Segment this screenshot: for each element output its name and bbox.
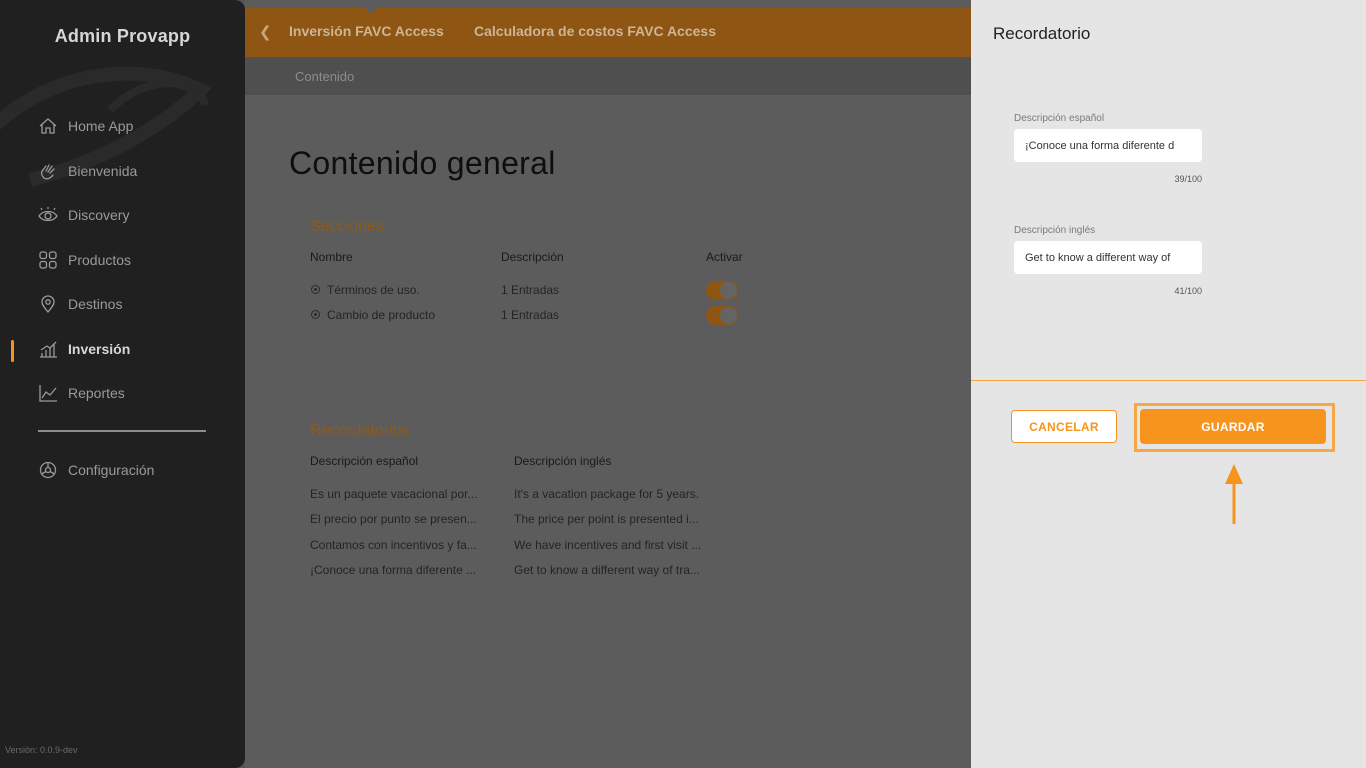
- breadcrumb: Contenido: [245, 57, 971, 95]
- char-counter-es: 39/100: [1174, 174, 1202, 184]
- sidebar-item-home-app[interactable]: Home App: [38, 114, 133, 138]
- sidebar-item-label: Bienvenida: [68, 163, 138, 179]
- save-button[interactable]: GUARDAR: [1140, 409, 1326, 444]
- drawer-divider: [971, 380, 1366, 381]
- active-tab-notch: [365, 8, 377, 14]
- sidebar: Admin Provapp Home App Bienvenida Discov…: [0, 0, 245, 768]
- sidebar-item-inversion[interactable]: Inversión: [38, 337, 130, 361]
- sidebar-item-configuracion[interactable]: Configuración: [38, 458, 154, 482]
- location-pin-icon: [41, 295, 55, 314]
- row-radio[interactable]: [311, 310, 320, 319]
- sidebar-item-label: Productos: [68, 252, 132, 268]
- column-header-activar: Activar: [706, 250, 743, 264]
- sidebar-item-label: Home App: [68, 118, 134, 134]
- tab-inversion-favc-access[interactable]: Inversión FAVC Access: [289, 23, 444, 39]
- wave-hand-icon: [40, 164, 55, 180]
- sidebar-item-label: Destinos: [68, 296, 123, 312]
- table-cell-en[interactable]: Get to know a different way of tra...: [514, 563, 719, 577]
- column-header-nombre: Nombre: [310, 250, 353, 264]
- sidebar-item-label: Inversión: [68, 341, 131, 357]
- column-header-descripcion-ingles: Descripción inglés: [514, 454, 612, 468]
- table-cell-en[interactable]: The price per point is presented i...: [514, 512, 719, 526]
- top-nav-bar: ❮ Inversión FAVC Access Calculadora de c…: [245, 8, 971, 57]
- sidebar-item-bienvenida[interactable]: Bienvenida: [38, 159, 137, 183]
- table-cell-es[interactable]: Contamos con incentivos y fa...: [310, 538, 495, 552]
- row-radio[interactable]: [311, 285, 320, 294]
- cancel-button[interactable]: CANCELAR: [1011, 410, 1117, 443]
- description-en-input[interactable]: [1014, 241, 1202, 274]
- field-label-es: Descripción español: [1014, 113, 1105, 124]
- section-title-recordatorios: Recordatorios: [310, 422, 410, 439]
- active-indicator: [11, 340, 14, 362]
- activate-toggle[interactable]: [706, 281, 738, 300]
- eye-icon: [38, 207, 58, 222]
- column-header-descripcion-espanol: Descripción español: [310, 454, 419, 468]
- description-es-input[interactable]: [1014, 129, 1202, 162]
- reminder-drawer: Recordatorio Descripción español 39/100 …: [971, 0, 1366, 768]
- sidebar-item-label: Configuración: [68, 462, 155, 478]
- char-counter-en: 41/100: [1174, 286, 1202, 296]
- bar-chart-icon: [40, 341, 57, 358]
- sidebar-item-destinos[interactable]: Destinos: [38, 292, 122, 316]
- drawer-title: Recordatorio: [993, 24, 1091, 43]
- home-icon: [39, 118, 57, 134]
- sidebar-item-reportes[interactable]: Reportes: [38, 381, 125, 405]
- page-title: Contenido general: [289, 145, 556, 181]
- grid-icon: [39, 251, 57, 269]
- section-divider: [289, 237, 971, 238]
- brand-title: Admin Provapp: [54, 26, 191, 46]
- section-divider: [289, 441, 971, 442]
- sidebar-item-discovery[interactable]: Discovery: [38, 203, 129, 227]
- pointer-arrow-icon: [1225, 464, 1243, 524]
- sidebar-item-label: Reportes: [68, 385, 125, 401]
- sidebar-item-productos[interactable]: Productos: [38, 248, 131, 272]
- section-title-secciones: Secciones: [310, 218, 384, 235]
- table-cell-en[interactable]: It's a vacation package for 5 years.: [514, 487, 719, 501]
- activate-toggle[interactable]: [706, 306, 738, 325]
- table-cell-description: 1 Entradas: [501, 283, 560, 297]
- sidebar-divider: [38, 430, 206, 432]
- table-cell-es[interactable]: Es un paquete vacacional por...: [310, 487, 495, 501]
- table-cell-name[interactable]: Términos de uso.: [327, 283, 487, 297]
- table-cell-en[interactable]: We have incentives and first visit ...: [514, 538, 719, 552]
- field-label-en: Descripción inglés: [1014, 225, 1096, 236]
- line-chart-icon: [39, 385, 57, 402]
- version-label: Versión: 0.0.9-dev: [5, 745, 78, 755]
- table-cell-name[interactable]: Cambio de producto: [327, 308, 487, 322]
- sidebar-item-label: Discovery: [68, 207, 130, 223]
- gear-icon: [39, 461, 57, 479]
- breadcrumb-item[interactable]: Contenido: [295, 69, 354, 84]
- tab-calculadora-costos[interactable]: Calculadora de costos FAVC Access: [474, 23, 716, 39]
- column-header-descripcion: Descripción: [501, 250, 564, 264]
- table-cell-description: 1 Entradas: [501, 308, 560, 322]
- main-content: ❮ Inversión FAVC Access Calculadora de c…: [245, 0, 971, 768]
- table-cell-es[interactable]: El precio por punto se presen...: [310, 512, 495, 526]
- chevron-left-icon[interactable]: ❮: [259, 23, 272, 41]
- table-cell-es[interactable]: ¡Conoce una forma diferente ...: [310, 563, 495, 577]
